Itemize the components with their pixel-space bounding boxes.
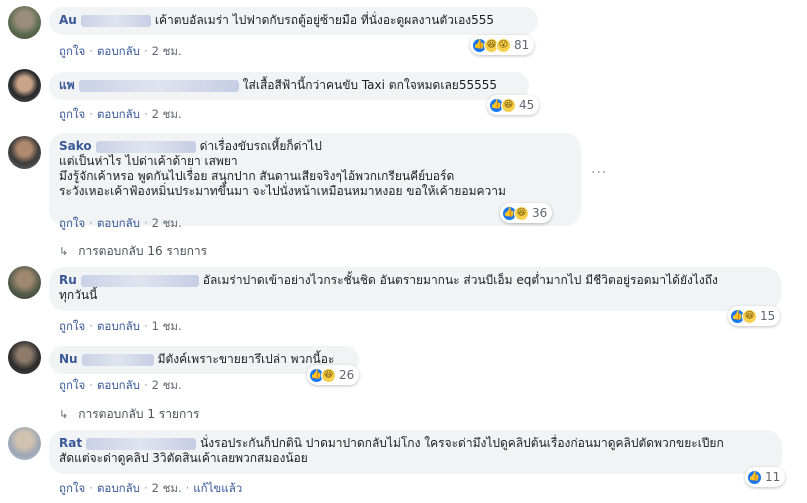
view-replies-link[interactable]: ↳ การตอบกลับ 1 รายการ bbox=[59, 405, 199, 424]
haha-reaction-icon: 😆 bbox=[321, 367, 336, 383]
view-replies-link[interactable]: ↳ การตอบกลับ 16 รายการ bbox=[59, 242, 207, 261]
like-link[interactable]: ถูกใจ bbox=[59, 216, 85, 230]
comment-text: ใส่เสื้อสีฟ้านี้กว่าคนขับ Taxi ตกใจหมดเล… bbox=[242, 78, 498, 92]
avatar[interactable] bbox=[8, 136, 41, 169]
comment-line: นั่งรอประกันก็ปกตินิ ปาดมาปาดกลับไม่โกง … bbox=[200, 436, 724, 450]
reply-link[interactable]: ตอบกลับ bbox=[97, 319, 140, 333]
replies-count[interactable]: การตอบกลับ 16 รายการ bbox=[78, 244, 207, 258]
comment-actions: ถูกใจ · ตอบกลับ · 2 ชม. · แก้ไขแล้ว bbox=[59, 481, 243, 495]
comment-line: ด่าเรื่องขับรถเหี้ยก็ด่าไป bbox=[199, 139, 322, 153]
reply-link[interactable]: ตอบกลับ bbox=[97, 44, 140, 58]
comment-author[interactable]: Nu bbox=[59, 352, 78, 366]
haha-reaction-icon: 😆 bbox=[514, 205, 529, 221]
reaction-summary[interactable]: 👍 11 bbox=[745, 467, 786, 487]
reaction-count: 11 bbox=[765, 470, 781, 484]
comment-author[interactable]: Au bbox=[59, 13, 77, 27]
comment-line: อัลเมร่าปาดเข้าอย่างไวกระชั้นชิด อันตราย… bbox=[202, 273, 718, 287]
timestamp[interactable]: 1 ชม. bbox=[152, 319, 182, 333]
comment-line: ระวังเหอะเค้าฟ้องหมิ่นประมาทขึ้นมา จะไปน… bbox=[59, 184, 506, 198]
reaction-count: 45 bbox=[519, 98, 535, 112]
haha-reaction-icon: 😆 bbox=[742, 308, 757, 324]
timestamp[interactable]: 2 ชม. bbox=[152, 378, 182, 392]
reply-link[interactable]: ตอบกลับ bbox=[97, 216, 140, 230]
timestamp[interactable]: 2 ชม. bbox=[152, 481, 182, 495]
reply-link[interactable]: ตอบกลับ bbox=[97, 378, 140, 392]
comment-actions: ถูกใจ · ตอบกลับ · 1 ชม. bbox=[59, 319, 182, 333]
like-link[interactable]: ถูกใจ bbox=[59, 44, 85, 58]
comment-actions: ถูกใจ · ตอบกลับ · 2 ชม. bbox=[59, 378, 182, 392]
comment-actions: ถูกใจ · ตอบกลับ · 2 ชม. bbox=[59, 216, 182, 230]
timestamp[interactable]: 2 ชม. bbox=[152, 216, 182, 230]
reaction-count: 15 bbox=[760, 309, 776, 323]
comment-line: แต่เป็นห่าไร ไปด่าเค้าด้ายา เสพยา bbox=[59, 154, 238, 168]
blurred-name bbox=[80, 274, 199, 287]
avatar[interactable] bbox=[8, 341, 41, 374]
reaction-count: 81 bbox=[514, 38, 530, 52]
comment-text: เค้าตบอัลเมร่า ไปฟาดกับรถตู้อยู่ซ้ายมือ … bbox=[154, 13, 495, 27]
reaction-summary[interactable]: 👍 😆 26 bbox=[307, 365, 360, 385]
comment-author[interactable]: Sako bbox=[59, 139, 92, 153]
avatar[interactable] bbox=[8, 6, 41, 39]
reply-arrow-icon: ↳ bbox=[59, 408, 69, 421]
comment-bubble: แพ ใส่เสื้อสีฟ้านี้กว่าคนขับ Taxi ตกใจหมด… bbox=[49, 72, 529, 100]
reaction-count: 36 bbox=[532, 206, 548, 220]
comment-bubble: Ru อัลเมร่าปาดเข้าอย่างไวกระชั้นชิด อันตร… bbox=[49, 267, 781, 311]
timestamp[interactable]: 2 ชม. bbox=[152, 44, 182, 58]
comment-text: มีตังค์เพราะขายยารึเปล่า พวกนี้อะ bbox=[157, 352, 335, 366]
edited-label[interactable]: แก้ไขแล้ว bbox=[193, 481, 242, 495]
avatar[interactable] bbox=[8, 69, 41, 102]
comment-actions: ถูกใจ · ตอบกลับ · 2 ชม. bbox=[59, 44, 182, 58]
reaction-summary[interactable]: 👍 😆 36 bbox=[500, 203, 553, 223]
reply-arrow-icon: ↳ bbox=[59, 245, 69, 258]
blurred-name bbox=[95, 140, 196, 153]
reaction-summary[interactable]: 👍 😆 45 bbox=[487, 95, 540, 115]
reaction-count: 26 bbox=[339, 368, 355, 382]
reply-link[interactable]: ตอบกลับ bbox=[97, 107, 140, 121]
haha-reaction-icon: 😆 bbox=[501, 97, 516, 113]
like-reaction-icon: 👍 bbox=[747, 469, 762, 485]
avatar[interactable] bbox=[8, 266, 41, 299]
comment-line: สัดแต่จะด่าดูคลิป 3วิตัดสินเค้าเลยพวกสมอ… bbox=[59, 451, 308, 465]
comment-author[interactable]: แพ bbox=[59, 78, 75, 92]
avatar[interactable] bbox=[8, 427, 41, 460]
wow-reaction-icon: 😮 bbox=[496, 37, 511, 53]
blurred-name bbox=[86, 437, 197, 450]
like-link[interactable]: ถูกใจ bbox=[59, 107, 85, 121]
like-link[interactable]: ถูกใจ bbox=[59, 378, 85, 392]
like-link[interactable]: ถูกใจ bbox=[59, 319, 85, 333]
reply-link[interactable]: ตอบกลับ bbox=[97, 481, 140, 495]
timestamp[interactable]: 2 ชม. bbox=[152, 107, 182, 121]
comment-author[interactable]: Rat bbox=[59, 436, 82, 450]
comment-bubble: Au เค้าตบอัลเมร่า ไปฟาดกับรถตู้อยู่ซ้ายมื… bbox=[49, 7, 538, 35]
comment-line: มึงรู้จักเค้าหรอ พูดกันไปเรื่อย สนุกปาก … bbox=[59, 169, 455, 183]
blurred-name bbox=[78, 79, 239, 92]
ellipsis-icon[interactable]: ··· bbox=[591, 165, 607, 181]
comment-actions: ถูกใจ · ตอบกลับ · 2 ชม. bbox=[59, 107, 182, 121]
comment-bubble: Rat นั่งรอประกันก็ปกตินิ ปาดมาปาดกลับไม่โ… bbox=[49, 430, 782, 474]
replies-count[interactable]: การตอบกลับ 1 รายการ bbox=[78, 407, 199, 421]
blurred-name bbox=[81, 353, 154, 366]
reaction-summary[interactable]: 👍 😆 15 bbox=[728, 306, 781, 326]
blurred-name bbox=[80, 14, 151, 27]
like-link[interactable]: ถูกใจ bbox=[59, 481, 85, 495]
reaction-summary[interactable]: 👍 😆 😮 81 bbox=[470, 35, 535, 55]
comment-author[interactable]: Ru bbox=[59, 273, 77, 287]
comment-line: ทุกวันนี้ bbox=[59, 288, 98, 302]
